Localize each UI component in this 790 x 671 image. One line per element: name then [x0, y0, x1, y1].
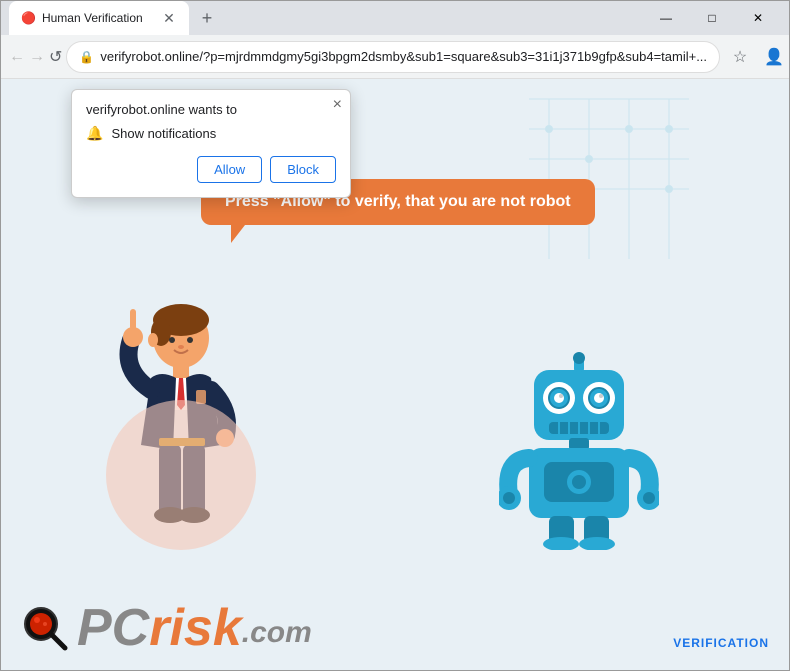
back-button[interactable]: ← [9, 41, 25, 73]
robot-svg [499, 350, 659, 550]
businessman-character [101, 290, 261, 550]
browser-window: 🔴 Human Verification ✕ + — □ ✕ ← → ↺ 🔒 v… [0, 0, 790, 671]
refresh-button[interactable]: ↺ [49, 41, 62, 73]
logo-dotcom: .com [242, 618, 312, 648]
logo-icon [21, 604, 69, 652]
bell-icon: 🔔 [86, 125, 103, 142]
logo-pc: PC [77, 602, 149, 654]
popup-buttons: Allow Block [86, 156, 336, 183]
lock-icon: 🔒 [79, 50, 94, 64]
address-bar[interactable]: 🔒 verifyrobot.online/?p=mjrdmmdgmy5gi3bp… [66, 41, 720, 73]
block-button[interactable]: Block [270, 156, 336, 183]
tab-label: Human Verification [42, 11, 143, 25]
notification-popup: × verifyrobot.online wants to 🔔 Show not… [71, 89, 351, 198]
logo-risk: risk [149, 602, 242, 654]
maximize-button[interactable]: □ [689, 1, 735, 35]
logo-area: PC risk .com [21, 602, 312, 654]
businessman-circle-bg [106, 400, 256, 550]
logo-text: PC risk .com [77, 602, 312, 654]
minimize-button[interactable]: — [643, 1, 689, 35]
account-button[interactable]: 👤 [758, 41, 790, 73]
close-button[interactable]: ✕ [735, 1, 781, 35]
url-text: verifyrobot.online/?p=mjrdmmdgmy5gi3bpgm… [100, 49, 707, 64]
popup-notification-row: 🔔 Show notifications [86, 125, 336, 142]
tab-favicon: 🔴 [21, 11, 36, 25]
tab-close-button[interactable]: ✕ [161, 10, 177, 26]
window-controls: — □ ✕ [643, 1, 781, 35]
new-tab-button[interactable]: + [193, 4, 221, 32]
popup-close-button[interactable]: × [333, 96, 342, 114]
toolbar-right: ☆ 👤 ⋮ [724, 41, 790, 73]
allow-button[interactable]: Allow [197, 156, 262, 183]
verification-badge: VERIFICATION [673, 636, 769, 650]
forward-button[interactable]: → [29, 41, 45, 73]
toolbar: ← → ↺ 🔒 verifyrobot.online/?p=mjrdmmdgmy… [1, 35, 789, 79]
titlebar: 🔴 Human Verification ✕ + — □ ✕ [1, 1, 789, 35]
popup-title: verifyrobot.online wants to [86, 102, 336, 117]
robot-character [499, 350, 659, 550]
popup-notification-label: Show notifications [111, 126, 216, 141]
page-content: × verifyrobot.online wants to 🔔 Show not… [1, 79, 789, 670]
browser-tab[interactable]: 🔴 Human Verification ✕ [9, 1, 189, 35]
bookmark-button[interactable]: ☆ [724, 41, 756, 73]
